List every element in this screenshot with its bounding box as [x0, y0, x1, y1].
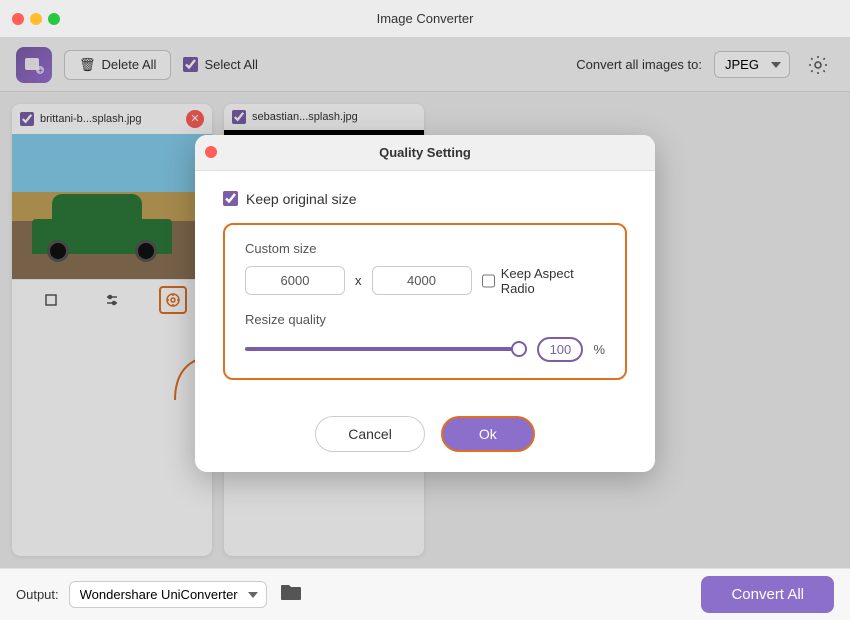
slider-row: 100 % — [245, 337, 605, 362]
quality-section: Custom size x Keep Aspect Radio Resize q… — [223, 223, 627, 380]
close-traffic-light[interactable] — [12, 13, 24, 25]
dialog-body: Keep original size Custom size x Keep As… — [195, 171, 655, 400]
bottom-bar: Output: Wondershare UniConverter Convert… — [0, 568, 850, 620]
traffic-lights — [12, 13, 60, 25]
output-label: Output: — [16, 587, 59, 602]
title-bar: Image Converter — [0, 0, 850, 38]
app-title: Image Converter — [377, 11, 474, 26]
size-row: x Keep Aspect Radio — [245, 266, 605, 296]
height-input[interactable] — [372, 266, 472, 295]
ok-button[interactable]: Ok — [441, 416, 535, 452]
width-input[interactable] — [245, 266, 345, 295]
size-x-separator: x — [355, 273, 362, 288]
quality-setting-dialog: Quality Setting Keep original size Custo… — [195, 135, 655, 472]
keep-original-label: Keep original size — [246, 191, 357, 207]
dialog-close-button[interactable] — [205, 146, 217, 158]
resize-quality-label: Resize quality — [245, 312, 605, 327]
custom-size-label: Custom size — [245, 241, 605, 256]
keep-aspect-row: Keep Aspect Radio — [482, 266, 606, 296]
output-location-select[interactable]: Wondershare UniConverter — [69, 581, 267, 608]
dialog-footer: Cancel Ok — [195, 400, 655, 472]
minimize-traffic-light[interactable] — [30, 13, 42, 25]
keep-original-checkbox[interactable] — [223, 191, 238, 206]
dialog-titlebar: Quality Setting — [195, 135, 655, 171]
modal-overlay: Quality Setting Keep original size Custo… — [0, 38, 850, 568]
quality-value-display: 100 — [537, 337, 583, 362]
cancel-button[interactable]: Cancel — [315, 416, 425, 452]
quality-percent-label: % — [593, 342, 605, 357]
quality-slider[interactable] — [245, 347, 527, 351]
maximize-traffic-light[interactable] — [48, 13, 60, 25]
keep-aspect-label: Keep Aspect Radio — [501, 266, 605, 296]
convert-all-button[interactable]: Convert All — [701, 576, 834, 613]
keep-original-row: Keep original size — [223, 191, 627, 207]
keep-aspect-checkbox[interactable] — [482, 274, 495, 288]
folder-browse-button[interactable] — [277, 581, 305, 609]
dialog-title: Quality Setting — [379, 145, 471, 160]
